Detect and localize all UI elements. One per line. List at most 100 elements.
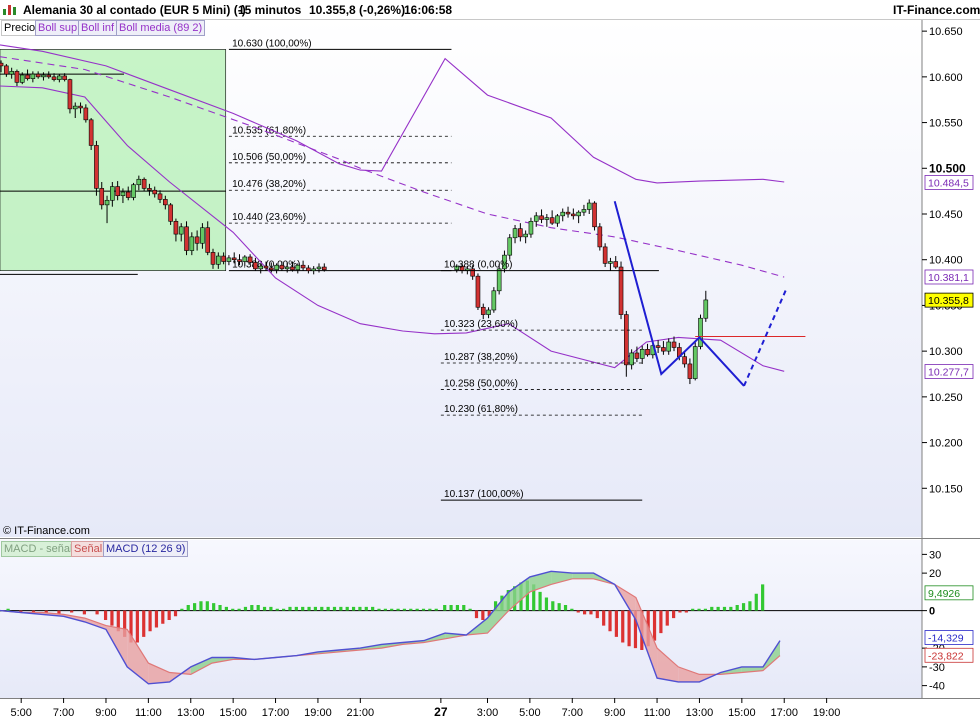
candle-body [226,257,232,262]
x-tick-label: 15:00 [219,707,247,719]
candle-body [518,228,523,238]
fib-level-label: 10.323 (23,60%) [444,319,518,330]
histogram-bar [269,606,273,611]
histogram-bar [231,608,235,611]
y-tick-label: 10.200 [929,438,963,450]
title-bar: Alemania 30 al contado (EUR 5 Mini) (-) … [0,0,980,20]
candle-body [475,275,481,308]
instrument-title: Alemania 30 al contado (EUR 5 Mini) (-) [23,3,246,17]
fib-level-label: 10.630 (100,00%) [232,38,312,49]
copyright-text: © IT-Finance.com [3,525,90,537]
legend-chip-precio[interactable]: Precio [1,20,39,36]
candle-body [496,268,502,292]
legend-chip-senal[interactable]: Señal [71,541,106,557]
candle-body [671,341,677,348]
candle-body [205,227,211,253]
candle-body [311,268,316,271]
candle-body [565,211,571,215]
histogram-bar [741,603,746,611]
candle-body [571,213,576,217]
legend-chip-macd[interactable]: MACD (12 26 9) [103,541,189,557]
candle-body [99,188,105,206]
histogram-bar [371,606,375,611]
histogram-bar [237,608,241,611]
candle-body [507,237,513,256]
candle-body [655,345,661,348]
candle-body [316,266,322,270]
candle-body [480,306,486,315]
candle-body [581,209,587,213]
candle-body [639,349,645,359]
chart-canvas: 10.630 (100,00%) 10.535 (61,80%) 10.506 (5… [0,19,980,720]
candle-body [184,226,189,251]
histogram-bar [602,610,606,626]
histogram-bar [684,610,688,613]
candle-body [539,215,544,220]
legend-chip-macd-signal[interactable]: MACD - señal [1,541,76,557]
histogram-bar [218,605,222,611]
candle-body [253,262,258,270]
histogram-bar [332,606,337,611]
x-tick-label: 5:00 [519,707,540,719]
candle-body [528,221,534,235]
candle-body [576,211,581,217]
candle-body [279,264,285,270]
histogram-bar [224,606,228,611]
histogram-bar [672,610,676,619]
histogram-bar [186,605,190,611]
candle-body [19,74,25,83]
price-value-label: 10.355,8 [928,295,969,307]
x-tick-label: 7:00 [53,707,74,719]
histogram-bar [563,605,568,611]
macd-tick-label: 30 [929,549,941,561]
histogram-bar [576,610,580,613]
macd-value-label: 9,4926 [928,588,960,600]
fib-level-label: 10.388 (0,00%) [444,260,512,271]
legend-chip-boll-sup[interactable]: Boll sup [35,20,81,36]
macd-tick-label: -40 [929,681,945,693]
price-value-label: 10.277,7 [928,367,969,379]
candle-body [284,266,290,270]
histogram-bar [301,606,305,611]
candle-body [88,119,94,146]
histogram-bar [6,608,10,611]
candle-body [147,188,152,191]
candle-body [295,264,301,271]
fib-level-label: 10.287 (38,20%) [444,352,518,363]
histogram-bar [70,610,74,613]
histogram-bar [409,608,413,611]
quote-label: 10.355,8 (-0,26%) [309,3,406,17]
legend-chip-boll-inf[interactable]: Boll inf [78,20,118,36]
fib-level-label: 10.506 (50,00%) [232,152,306,163]
x-tick-label: 19:00 [304,707,332,719]
histogram-bar [434,608,438,611]
timeframe-label[interactable]: 15 minutos [238,3,301,17]
legend-chip-boll-media[interactable]: Boll media (89 2) [116,20,206,36]
histogram-bar [256,605,260,611]
histogram-bar [364,606,368,611]
candle-body [523,233,528,238]
macd-tick-label: 0 [929,606,935,618]
histogram-bar [154,610,159,628]
candle-body [115,186,120,197]
candle-body [94,145,99,189]
candle-body [682,356,687,365]
histogram-bar [716,606,720,611]
histogram-bar [729,606,733,611]
candle-body [486,309,491,315]
candle-body [618,266,624,315]
histogram-bar [262,606,267,611]
candle-body [549,217,555,224]
x-tick-label: 7:00 [562,707,583,719]
candle-body [57,75,62,80]
histogram-bar [474,610,479,619]
y-tick-label: 10.300 [929,346,963,358]
histogram-bar [722,606,727,611]
histogram-bar [82,610,86,615]
candle-body [194,236,200,244]
candle-body [120,191,126,197]
candle-body [157,193,163,200]
candle-body [258,265,264,270]
histogram-bar [167,610,171,620]
histogram-bar [652,610,657,641]
